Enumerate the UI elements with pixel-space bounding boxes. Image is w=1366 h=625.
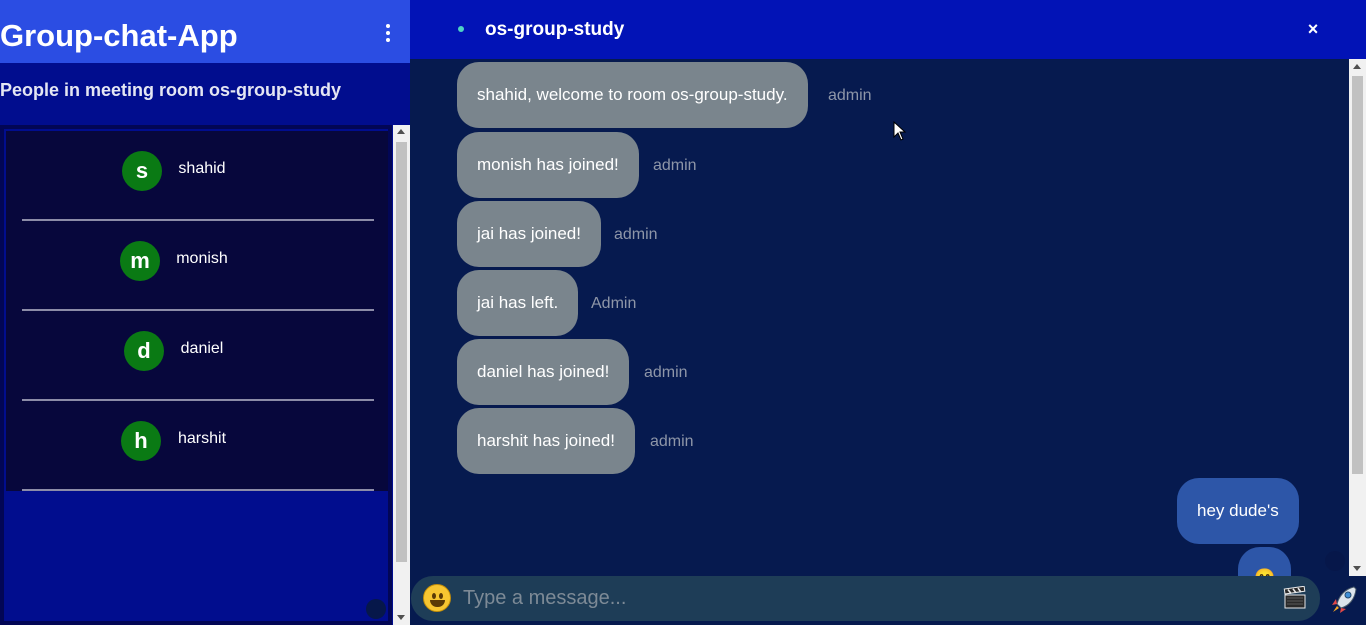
kebab-menu-icon[interactable] — [380, 22, 396, 48]
person-item-shahid[interactable]: s shahid — [22, 131, 374, 221]
scrollbar-thumb[interactable] — [1352, 76, 1363, 474]
message-composer — [410, 576, 1366, 625]
message-bubble: jai has joined! — [457, 201, 601, 267]
chat-header: os-group-study × — [410, 0, 1366, 59]
avatar: d — [124, 331, 164, 371]
person-item-daniel[interactable]: d daniel — [22, 311, 374, 401]
message-list[interactable]: shahid, welcome to room os-group-study. … — [410, 59, 1350, 576]
online-status-icon — [458, 26, 464, 32]
message-sender: admin — [828, 87, 872, 104]
message-bubble: daniel has joined! — [457, 339, 630, 405]
scroll-up-icon[interactable] — [1353, 64, 1361, 69]
message-bubble: jai has left. — [457, 270, 579, 336]
people-list: s shahid m monish d daniel h harshit — [6, 131, 388, 491]
message-bubble: harshit has joined! — [457, 408, 635, 474]
mouse-cursor-icon — [893, 121, 907, 141]
message-bubble: shahid, welcome to room os-group-study. — [457, 62, 808, 128]
scroll-to-bottom-dot[interactable] — [1325, 551, 1345, 571]
avatar: h — [121, 421, 161, 461]
scroll-indicator-dot — [366, 599, 386, 619]
person-item-harshit[interactable]: h harshit — [22, 401, 374, 491]
scroll-up-icon[interactable] — [397, 129, 405, 134]
room-title: os-group-study — [485, 19, 625, 40]
message-sender: admin — [644, 364, 688, 381]
scroll-down-icon[interactable] — [397, 615, 405, 620]
message-sender: admin — [653, 157, 697, 174]
message-sender: admin — [614, 226, 658, 243]
message-sender: admin — [650, 433, 694, 450]
person-item-monish[interactable]: m monish — [22, 221, 374, 311]
input-wrapper — [411, 576, 1320, 621]
scrollbar-thumb[interactable] — [396, 142, 407, 562]
rocket-icon[interactable] — [1330, 584, 1358, 614]
room-members-heading: People in meeting room os-group-study — [0, 80, 342, 100]
clapperboard-icon[interactable] — [1283, 586, 1307, 610]
own-message-bubble: 😄 — [1238, 547, 1292, 576]
app-title: Group-chat-App — [0, 18, 238, 53]
sidebar-scrollbar[interactable] — [393, 125, 410, 625]
avatar: m — [120, 241, 160, 281]
emoji-icon[interactable] — [423, 584, 451, 612]
scroll-down-icon[interactable] — [1353, 566, 1361, 571]
message-bubble: monish has joined! — [457, 132, 639, 198]
avatar: s — [122, 151, 162, 191]
own-message-bubble: hey dude's — [1177, 478, 1299, 544]
chat-scrollbar[interactable] — [1349, 59, 1366, 576]
message-sender: Admin — [591, 295, 637, 312]
app-header: Group-chat-App — [0, 0, 410, 63]
sidebar: Group-chat-App People in meeting room os… — [0, 0, 410, 625]
message-input[interactable] — [463, 582, 1263, 614]
close-icon[interactable]: × — [1303, 18, 1323, 40]
people-panel: s shahid m monish d daniel h harshit — [0, 125, 392, 625]
